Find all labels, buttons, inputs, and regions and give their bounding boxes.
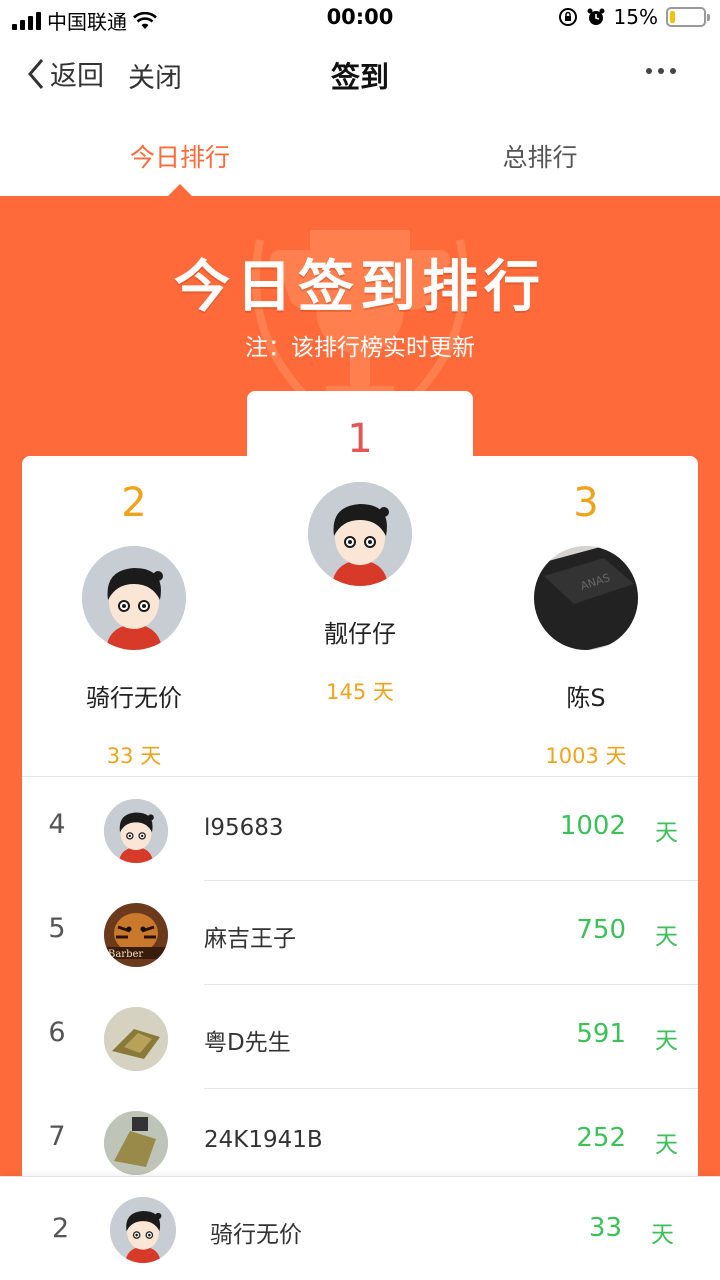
third-place-days: 1003 天 [545, 744, 627, 768]
tiger-photo-icon: Barber [104, 903, 168, 967]
row-days-unit: 天 [655, 924, 678, 950]
row-name: 24K1941B [204, 1127, 323, 1153]
row-days: 591 [576, 1019, 626, 1049]
status-bar: 中国联通 00:00 15% [0, 0, 720, 36]
cartoon-boy-icon [308, 482, 412, 586]
banner-note: 注：该排行榜实时更新 [245, 335, 475, 361]
row-avatar[interactable] [104, 1111, 168, 1175]
dark-device-photo-icon: ANAS [534, 546, 638, 650]
cartoon-boy-icon [82, 546, 186, 650]
gold-object-photo-icon [104, 1007, 168, 1071]
tab-today-ranking[interactable]: 今日排行 [0, 138, 360, 174]
second-place-name[interactable]: 骑行无价 [34, 678, 234, 713]
my-ranking-bar[interactable]: 2 骑行无价 33 天 [0, 1176, 720, 1280]
rotation-lock-icon [558, 8, 577, 26]
row-days: 1002 [559, 811, 626, 841]
row-days-unit: 天 [655, 820, 678, 846]
row-avatar[interactable]: Barber [104, 903, 168, 967]
row-rank: 7 [48, 1121, 66, 1152]
my-days-unit: 天 [651, 1222, 674, 1248]
first-place-avatar[interactable] [308, 482, 412, 586]
svg-text:Barber: Barber [108, 949, 143, 960]
my-avatar[interactable] [110, 1197, 176, 1263]
second-place-days: 33 天 [106, 744, 162, 768]
row-avatar[interactable] [104, 1007, 168, 1071]
row-days-unit: 天 [655, 1132, 678, 1158]
banner-title: 今日签到排行 [174, 255, 546, 320]
my-name: 骑行无价 [210, 1222, 302, 1248]
ranking-row[interactable]: 5 Barber 麻吉王子 750 天 [22, 881, 698, 985]
ranking-row[interactable]: 6 粤D先生 591 天 [22, 985, 698, 1089]
third-place-rank: 3 [573, 480, 599, 526]
nav-bar: 返回 关闭 签到 [0, 36, 720, 112]
status-right: 15% [558, 5, 710, 29]
row-rank: 5 [48, 913, 66, 944]
tab-total-ranking[interactable]: 总排行 [360, 138, 720, 174]
page-title: 签到 [330, 60, 389, 94]
second-place-avatar[interactable] [82, 546, 186, 650]
my-rank: 2 [52, 1213, 70, 1244]
alarm-icon [587, 8, 605, 25]
second-place-rank: 2 [121, 480, 147, 526]
first-place-days: 145 天 [326, 680, 394, 704]
first-place-rank: 1 [347, 416, 373, 462]
row-rank: 6 [48, 1017, 66, 1048]
row-days-unit: 天 [655, 1028, 678, 1054]
tab-bar: 今日排行 总排行 [0, 112, 720, 196]
third-place-avatar[interactable]: ANAS [534, 546, 638, 650]
battery-icon [666, 7, 710, 27]
cartoon-boy-icon [104, 799, 168, 863]
third-place-name[interactable]: 陈S [486, 678, 686, 713]
active-tab-indicator [168, 184, 192, 196]
battery-percent: 15% [613, 5, 658, 29]
ranking-row[interactable]: 4 l95683 1002 天 [22, 777, 698, 881]
gold-object-photo-icon [104, 1111, 168, 1175]
first-place-name[interactable]: 靓仔仔 [260, 614, 460, 649]
row-name: l95683 [204, 815, 284, 841]
row-days: 252 [576, 1123, 626, 1153]
my-days: 33 [588, 1213, 622, 1243]
row-rank: 4 [48, 809, 66, 840]
cartoon-boy-icon [110, 1197, 176, 1263]
row-avatar[interactable] [104, 799, 168, 863]
more-icon[interactable] [646, 68, 676, 74]
row-name: 麻吉王子 [204, 926, 296, 952]
row-name: 粤D先生 [204, 1030, 291, 1056]
row-days: 750 [576, 915, 626, 945]
